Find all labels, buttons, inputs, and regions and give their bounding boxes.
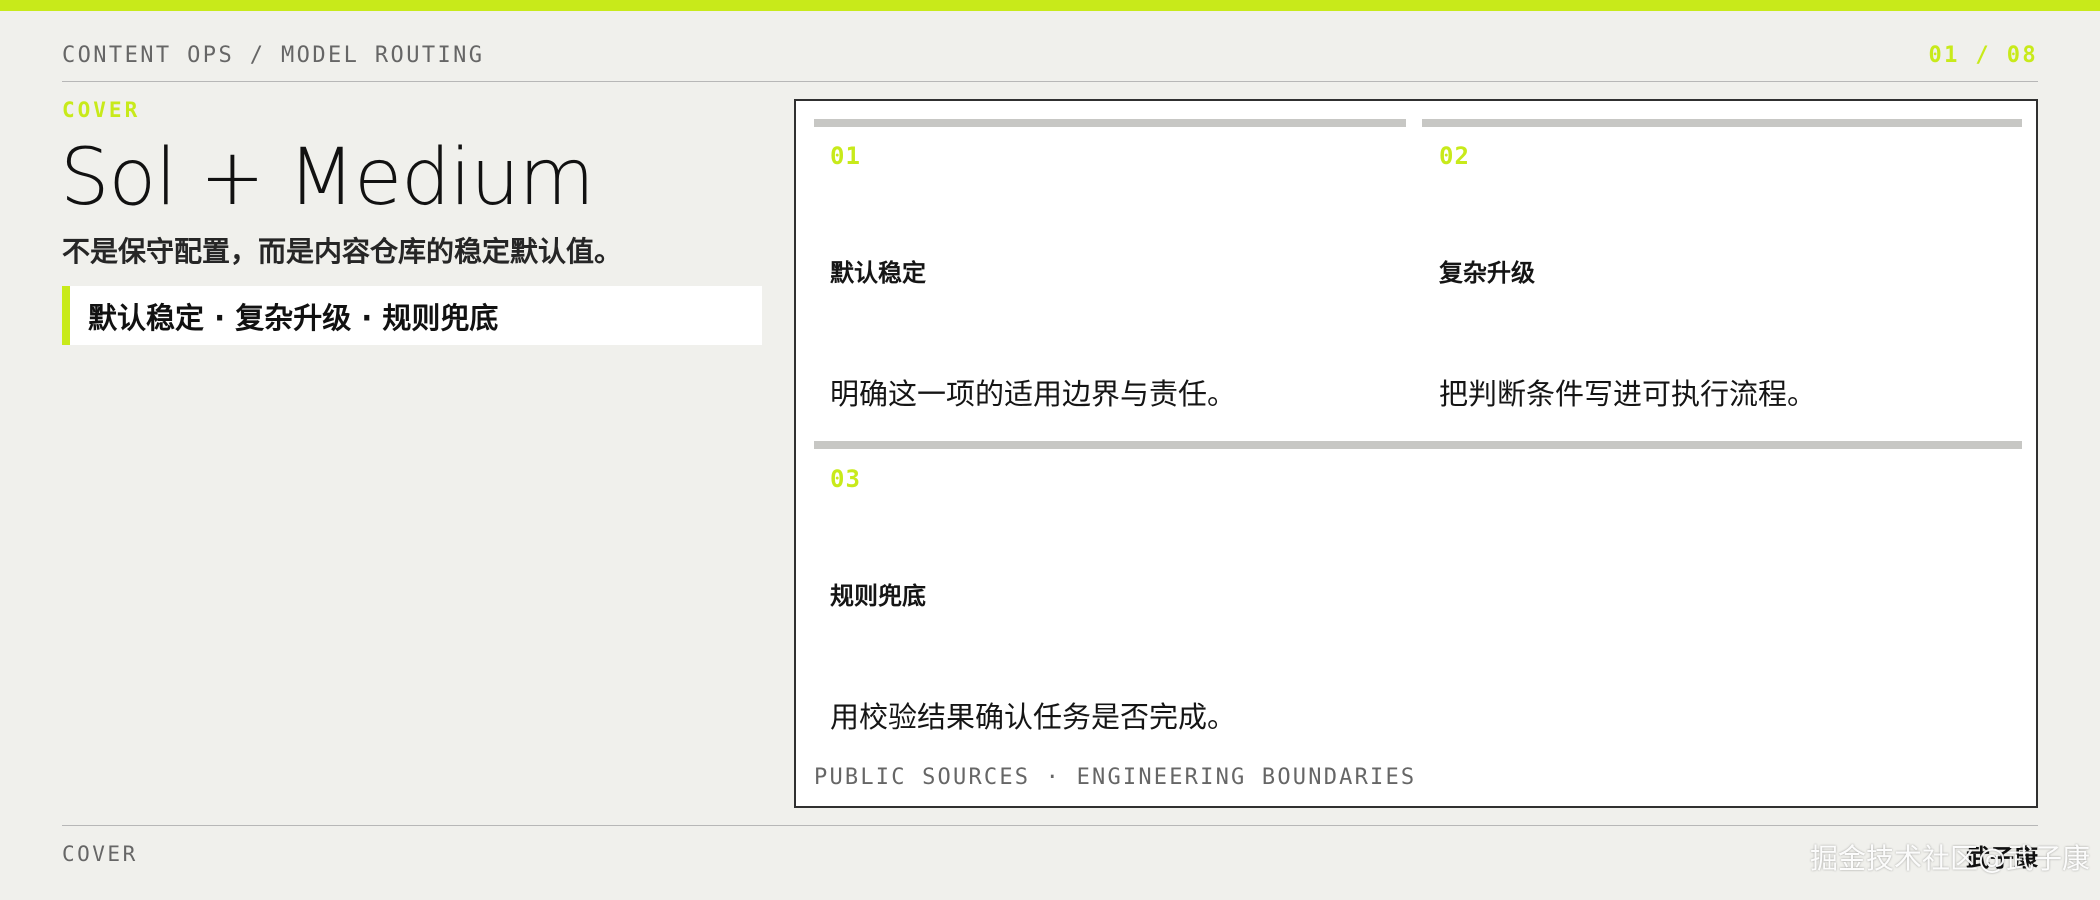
- card-1-number: 01: [830, 142, 861, 170]
- card-2-description: 把判断条件写进可执行流程。: [1439, 377, 1817, 411]
- tagline-highlight: 默认稳定 · 复杂升级 · 规则兜底: [62, 286, 762, 345]
- top-accent-bar: [0, 0, 2100, 11]
- panel-footer-note: PUBLIC SOURCES · ENGINEERING BOUNDARIES: [814, 765, 1417, 790]
- card-2-title: 复杂升级: [1439, 259, 1535, 287]
- card-2-number: 02: [1439, 142, 1470, 170]
- footer-watermark: 掘金技术社区@武子康: [1809, 842, 2090, 875]
- page-title: Sol + Medium: [60, 133, 595, 223]
- card-1-description: 明确这一项的适用边界与责任。: [830, 377, 1237, 411]
- breadcrumb: CONTENT OPS / MODEL ROUTING: [62, 43, 485, 68]
- section-label: COVER: [62, 98, 141, 122]
- footer-divider: [62, 825, 2038, 826]
- page-indicator: 01 / 08: [1928, 43, 2038, 68]
- footer-section-label: COVER: [62, 842, 138, 866]
- card-1-title: 默认稳定: [830, 259, 926, 287]
- page-subtitle: 不是保守配置，而是内容仓库的稳定默认值。: [62, 235, 623, 268]
- tagline-text: 默认稳定 · 复杂升级 · 规则兜底: [88, 300, 499, 335]
- header-divider: [62, 81, 2038, 82]
- card-2-top-rule: [1422, 119, 2022, 127]
- card-3-top-rule: [814, 441, 2022, 449]
- feature-panel: 01 默认稳定 明确这一项的适用边界与责任。 02 复杂升级 把判断条件写进可执…: [794, 99, 2038, 808]
- card-1-top-rule: [814, 119, 1406, 127]
- card-3-title: 规则兜底: [830, 582, 926, 610]
- card-3-description: 用校验结果确认任务是否完成。: [830, 700, 1237, 734]
- card-3-number: 03: [830, 465, 861, 493]
